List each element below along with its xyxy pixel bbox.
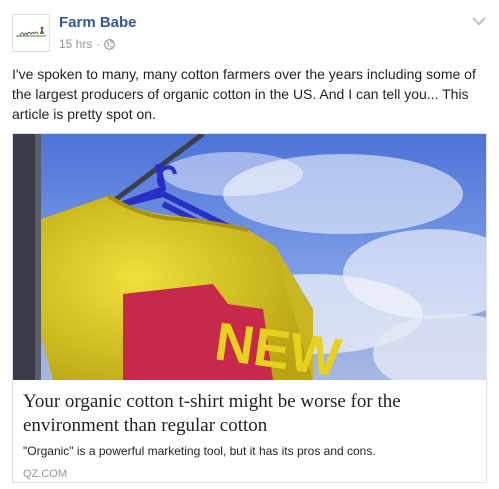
yellow-tshirt-on-hanger: NEW (13, 134, 486, 380)
link-preview-card[interactable]: NEW Your organic cotton t-shirt might be… (12, 133, 487, 483)
post-text: I've spoken to many, many cotton farmers… (12, 66, 476, 122)
meta-separator: · (96, 37, 101, 51)
feed-post: Farm Babe 15 hrs · I've spoken to many, … (0, 0, 499, 489)
globe-icon[interactable] (104, 38, 116, 50)
link-description: "Organic" is a powerful marketing tool, … (23, 444, 376, 458)
farm-babe-logo-icon (16, 26, 46, 37)
link-body: Your organic cotton t-shirt might be wor… (23, 390, 478, 481)
link-image[interactable]: NEW (13, 134, 486, 380)
avatar[interactable] (12, 14, 50, 52)
post-meta: 15 hrs · (59, 36, 116, 52)
link-title[interactable]: Your organic cotton t-shirt might be wor… (23, 390, 478, 438)
post-time[interactable]: 15 hrs (59, 36, 92, 52)
link-domain: QZ.COM (23, 468, 67, 480)
author-name[interactable]: Farm Babe (59, 14, 137, 32)
chevron-down-icon[interactable] (471, 14, 487, 26)
